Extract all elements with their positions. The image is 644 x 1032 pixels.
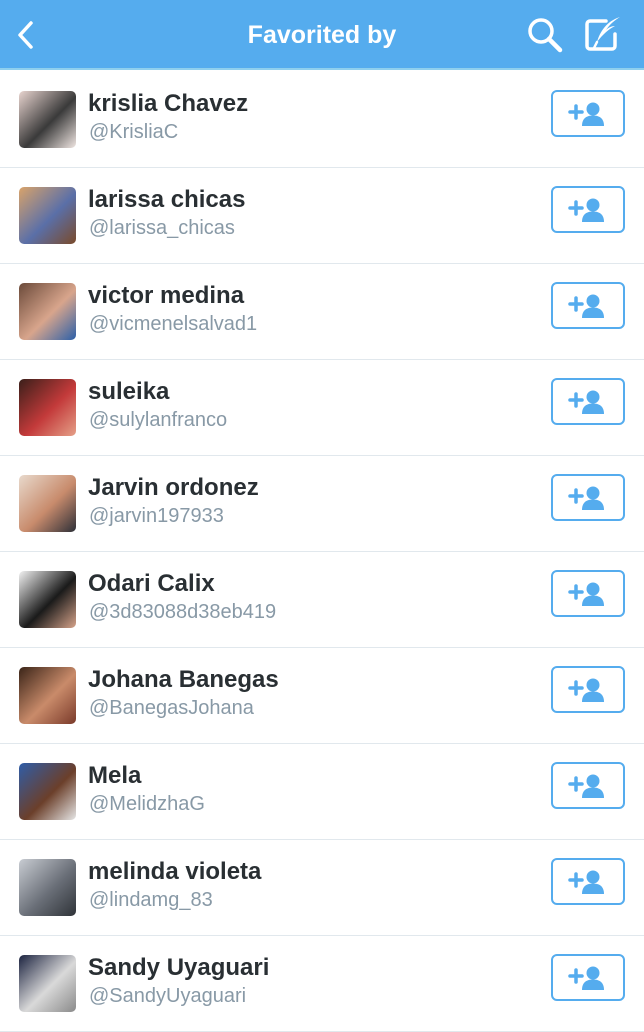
add-user-icon [568,294,604,318]
user-handle: @MelidzhaG [89,793,205,815]
user-handle: @SandyUyaguari [89,985,247,1007]
compose-tweet-icon [585,17,620,51]
avatar[interactable] [19,571,76,628]
user-name: Jarvin ordonez [88,474,259,501]
compose-button[interactable] [584,14,626,54]
add-user-icon [568,774,604,798]
follow-button[interactable] [551,378,625,425]
user-handle: @lindamg_83 [89,889,213,911]
add-user-icon [568,966,604,990]
user-handle: @vicmenelsalvad1 [89,313,258,335]
follow-button[interactable] [551,762,625,809]
user-row[interactable]: Odari Calix @3d83088d38eb419 [0,552,644,648]
follow-button[interactable] [551,90,625,137]
user-handle: @larissa_chicas [89,217,235,239]
add-user-icon [568,870,604,894]
user-name: larissa chicas [88,186,246,213]
search-icon [528,18,563,53]
follow-button[interactable] [551,474,625,521]
follow-button[interactable] [551,954,625,1001]
follow-button[interactable] [551,282,625,329]
avatar[interactable] [19,763,76,820]
user-row[interactable]: larissa chicas @larissa_chicas [0,168,644,264]
user-row[interactable]: victor medina @vicmenelsalvad1 [0,264,644,360]
add-user-icon [568,102,604,126]
user-name: krislia Chavez [88,90,249,117]
user-row[interactable]: Jarvin ordonez @jarvin197933 [0,456,644,552]
user-handle: @KrisliaC [89,121,179,143]
navigation-bar: Favorited by [0,0,644,70]
user-name: Odari Calix [88,570,215,597]
favorited-by-list: krislia Chavez @KrisliaC larissa chicas … [0,72,644,1032]
user-handle: @BanegasJohana [89,697,254,719]
follow-button[interactable] [551,858,625,905]
user-handle: @3d83088d38eb419 [89,601,277,623]
avatar[interactable] [19,475,76,532]
avatar[interactable] [19,379,76,436]
user-name: Johana Banegas [88,666,279,693]
follow-button[interactable] [551,570,625,617]
user-name: Sandy Uyaguari [88,954,270,981]
avatar[interactable] [19,91,76,148]
avatar[interactable] [19,283,76,340]
add-user-icon [568,390,604,414]
add-user-icon [568,198,604,222]
add-user-icon [568,582,604,606]
user-row[interactable]: suleika @sulylanfranco [0,360,644,456]
user-handle: @sulylanfranco [89,409,228,431]
user-name: victor medina [88,282,245,309]
avatar[interactable] [19,667,76,724]
avatar[interactable] [19,859,76,916]
user-row[interactable]: Johana Banegas @BanegasJohana [0,648,644,744]
follow-button[interactable] [551,666,625,713]
avatar[interactable] [19,955,76,1012]
user-name: melinda violeta [88,858,262,885]
user-name: suleika [88,378,170,405]
add-user-icon [568,678,604,702]
user-row[interactable]: melinda violeta @lindamg_83 [0,840,644,936]
user-row[interactable]: Mela @MelidzhaG [0,744,644,840]
user-row[interactable]: Sandy Uyaguari @SandyUyaguari [0,936,644,1032]
search-button[interactable] [526,16,564,54]
user-row[interactable]: krislia Chavez @KrisliaC [0,72,644,168]
follow-button[interactable] [551,186,625,233]
avatar[interactable] [19,187,76,244]
user-handle: @jarvin197933 [89,505,224,527]
user-name: Mela [88,762,142,789]
add-user-icon [568,486,604,510]
